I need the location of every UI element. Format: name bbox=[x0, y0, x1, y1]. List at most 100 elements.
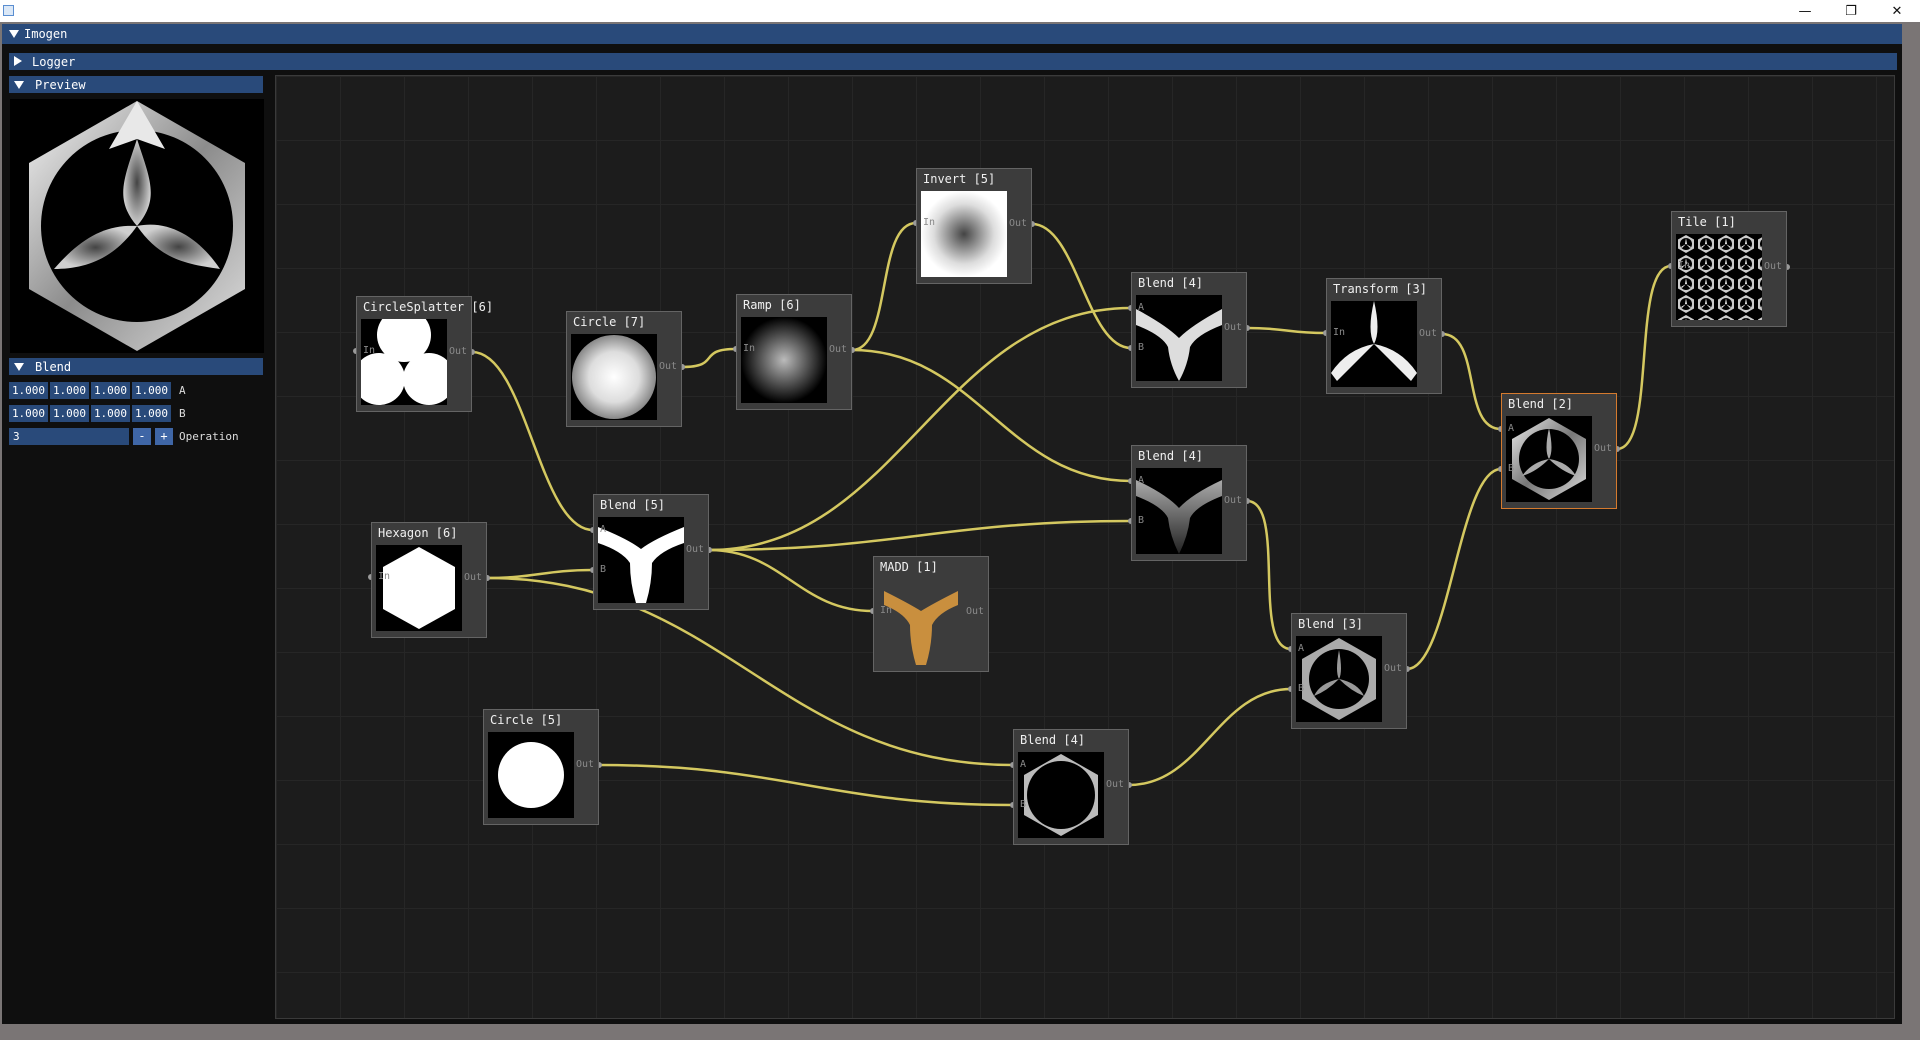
link-blend2-to-tile[interactable] bbox=[1616, 264, 1672, 451]
node-thumbnail bbox=[571, 334, 657, 420]
node-thumbnail bbox=[741, 317, 827, 403]
input-port-b[interactable]: B bbox=[1138, 515, 1144, 526]
node-title: MADD [1] bbox=[880, 560, 938, 574]
input-port-b[interactable]: B bbox=[1298, 683, 1304, 694]
link-circle5-to-blend4c[interactable] bbox=[598, 763, 1014, 807]
link-circle7-to-ramp[interactable] bbox=[681, 347, 737, 369]
node-blend3[interactable]: Blend [3] A B Out bbox=[1291, 613, 1407, 729]
input-port-in[interactable]: In bbox=[363, 345, 375, 356]
input-port-a[interactable]: A bbox=[1138, 475, 1144, 486]
param-a-value-3[interactable]: 1.000 bbox=[132, 382, 171, 399]
node-thumbnail bbox=[1018, 752, 1104, 838]
node-madd[interactable]: MADD [1] In Out bbox=[873, 556, 989, 672]
operation-increment-button[interactable]: + bbox=[155, 428, 173, 445]
input-port-a[interactable]: A bbox=[1508, 423, 1514, 434]
node-graph-canvas[interactable]: CircleSplatter [6] In Out Circle [7] Out Ramp… bbox=[275, 75, 1895, 1019]
imogen-header[interactable]: Imogen bbox=[2, 24, 1902, 44]
input-port-b[interactable]: B bbox=[600, 564, 606, 575]
input-port-in[interactable]: In bbox=[743, 343, 755, 354]
output-port-out[interactable]: Out bbox=[1594, 443, 1612, 454]
close-button[interactable]: ✕ bbox=[1874, 0, 1920, 22]
param-a-value-2[interactable]: 1.000 bbox=[91, 382, 130, 399]
link-blend5-to-madd[interactable] bbox=[708, 548, 874, 613]
output-port-out[interactable]: Out bbox=[449, 346, 467, 357]
node-transform[interactable]: Transform [3] In Out bbox=[1326, 278, 1442, 394]
node-hexagon[interactable]: Hexagon [6] In Out bbox=[371, 522, 487, 638]
link-blend3-to-blend2[interactable] bbox=[1406, 467, 1502, 671]
collapse-triangle-icon bbox=[14, 81, 24, 89]
node-title: Blend [4] bbox=[1138, 449, 1204, 463]
output-port-out[interactable]: Out bbox=[1419, 328, 1437, 339]
output-port-out[interactable]: Out bbox=[1009, 218, 1027, 229]
param-b-value-1[interactable]: 1.000 bbox=[50, 405, 89, 422]
input-port-in[interactable]: In bbox=[1333, 327, 1345, 338]
node-circlesplatter[interactable]: CircleSplatter [6] In Out bbox=[356, 296, 493, 412]
node-invert[interactable]: Invert [5] In Out bbox=[916, 168, 1032, 284]
param-a-value-0[interactable]: 1.000 bbox=[9, 382, 48, 399]
input-port-b[interactable]: B bbox=[1020, 799, 1026, 810]
input-port-in[interactable]: In bbox=[378, 571, 390, 582]
node-title: Blend [2] bbox=[1508, 397, 1574, 411]
node-thumbnail bbox=[598, 517, 684, 603]
node-blend4c[interactable]: Blend [4] A B Out bbox=[1013, 729, 1129, 845]
input-port-b[interactable]: B bbox=[1138, 342, 1144, 353]
link-ramp-to-invert[interactable] bbox=[851, 221, 917, 352]
node-thumbnail bbox=[376, 545, 462, 631]
preview-label: Preview bbox=[35, 78, 86, 92]
link-ramp-to-blend4b[interactable] bbox=[851, 348, 1132, 483]
node-blend4a[interactable]: Blend [4] A B Out bbox=[1131, 272, 1247, 388]
logger-header[interactable]: Logger bbox=[9, 53, 1897, 70]
node-blend5[interactable]: Blend [5] A B Out bbox=[593, 494, 709, 610]
link-blend4c-to-blend3[interactable] bbox=[1128, 687, 1292, 787]
output-port-out[interactable]: Out bbox=[1764, 261, 1782, 272]
output-port-out[interactable]: Out bbox=[659, 361, 677, 372]
input-port-in[interactable]: In bbox=[880, 605, 892, 616]
param-b-value-3[interactable]: 1.000 bbox=[132, 405, 171, 422]
output-port-out[interactable]: Out bbox=[1384, 663, 1402, 674]
preview-header[interactable]: Preview bbox=[9, 76, 263, 93]
output-port-out[interactable]: Out bbox=[576, 759, 594, 770]
output-port-out[interactable]: Out bbox=[686, 544, 704, 555]
input-port-in[interactable]: In bbox=[923, 217, 935, 228]
link-blend4a-to-transform[interactable] bbox=[1246, 326, 1327, 335]
output-port-out[interactable]: Out bbox=[464, 572, 482, 583]
operation-input[interactable]: 3 bbox=[9, 428, 129, 445]
link-transform-to-blend2[interactable] bbox=[1441, 332, 1502, 431]
node-thumbnail bbox=[921, 191, 1007, 277]
output-port-out[interactable]: Out bbox=[1224, 322, 1242, 333]
link-hexagon-to-blend5[interactable] bbox=[486, 568, 594, 580]
node-circle7[interactable]: Circle [7] Out bbox=[566, 311, 682, 427]
output-port-out[interactable]: Out bbox=[1106, 779, 1124, 790]
minimize-button[interactable]: — bbox=[1782, 0, 1828, 22]
window-titlebar: — ❐ ✕ bbox=[0, 0, 1920, 22]
link-invert-to-blend4a[interactable] bbox=[1031, 222, 1132, 350]
node-title: CircleSplatter [6] bbox=[363, 300, 494, 314]
output-port-out[interactable]: Out bbox=[966, 606, 984, 617]
node-title: Circle [7] bbox=[573, 315, 646, 329]
node-circle5[interactable]: Circle [5] Out bbox=[483, 709, 599, 825]
node-ramp[interactable]: Ramp [6] In Out bbox=[736, 294, 852, 410]
node-blend2[interactable]: Blend [2] A B Out bbox=[1501, 393, 1617, 509]
maximize-button[interactable]: ❐ bbox=[1828, 0, 1874, 22]
input-port-a[interactable]: A bbox=[1020, 759, 1026, 770]
output-port-out[interactable]: Out bbox=[829, 344, 847, 355]
input-port-a[interactable]: A bbox=[600, 524, 606, 535]
input-port-a[interactable]: A bbox=[1298, 643, 1304, 654]
node-blend4b[interactable]: Blend [4] A B Out bbox=[1131, 445, 1247, 561]
link-blend5-to-blend4b[interactable] bbox=[708, 519, 1132, 552]
input-port-in[interactable]: In bbox=[1678, 260, 1690, 271]
param-b-value-2[interactable]: 1.000 bbox=[91, 405, 130, 422]
param-a-row: 1.000 1.000 1.000 1.000 A bbox=[9, 382, 263, 399]
operation-decrement-button[interactable]: - bbox=[133, 428, 151, 445]
param-a-value-1[interactable]: 1.000 bbox=[50, 382, 89, 399]
input-port-a[interactable]: A bbox=[1138, 302, 1144, 313]
input-port-b[interactable]: B bbox=[1508, 463, 1514, 474]
node-thumbnail bbox=[878, 579, 964, 665]
node-title: Circle [5] bbox=[490, 713, 563, 727]
output-port-out[interactable]: Out bbox=[1224, 495, 1242, 506]
node-thumbnail bbox=[1136, 295, 1222, 381]
link-blend4b-to-blend3[interactable] bbox=[1246, 499, 1292, 651]
node-tile[interactable]: Tile [1] In Out bbox=[1671, 211, 1787, 327]
param-b-value-0[interactable]: 1.000 bbox=[9, 405, 48, 422]
blend-properties-header[interactable]: Blend bbox=[9, 358, 263, 375]
